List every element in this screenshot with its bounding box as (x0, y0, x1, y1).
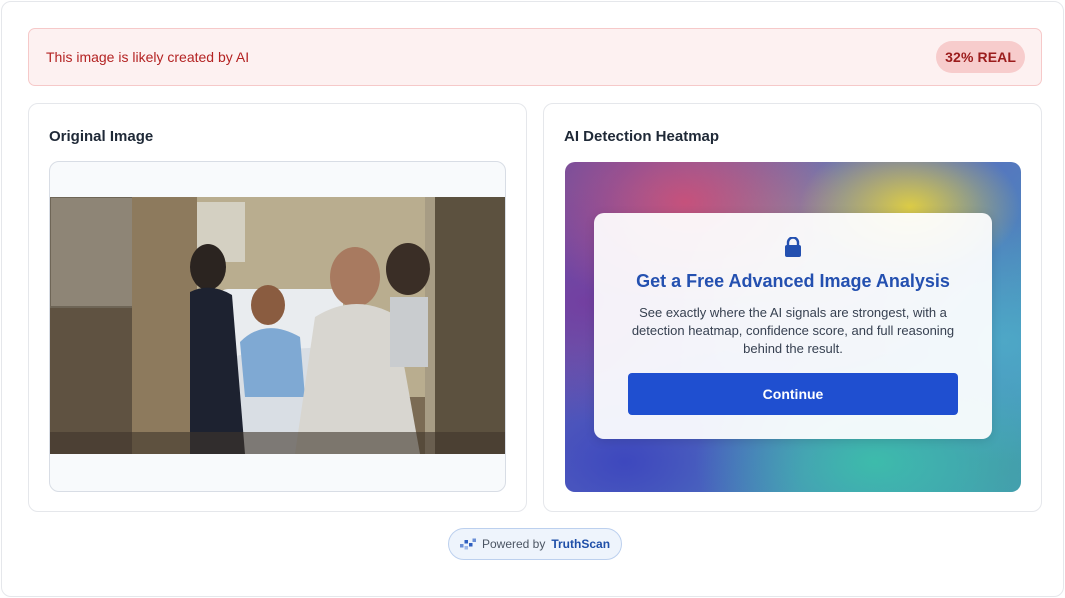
upgrade-description: See exactly where the AI signals are str… (631, 305, 955, 356)
continue-button[interactable]: Continue (628, 373, 958, 415)
upgrade-panel: Get a Free Advanced Image Analysis See e… (594, 213, 992, 439)
heatmap-card: AI Detection Heatmap Get a Free Advanced… (543, 103, 1042, 512)
heatmap-title: AI Detection Heatmap (564, 128, 720, 145)
truthscan-logo-icon (459, 538, 476, 550)
original-photo (50, 197, 505, 454)
lock-icon (785, 237, 801, 257)
real-score-badge: 32% REAL (936, 41, 1025, 73)
heatmap-preview: Get a Free Advanced Image Analysis See e… (565, 162, 1021, 492)
app-frame: This image is likely created by AI 32% R… (1, 1, 1064, 597)
brand-name: TruthScan (551, 537, 611, 551)
original-image-frame (49, 161, 506, 492)
alert-message: This image is likely created by AI (46, 49, 250, 65)
ai-detection-alert: This image is likely created by AI 32% R… (28, 28, 1042, 86)
original-image-title: Original Image (49, 128, 154, 145)
powered-by-label: Powered by (481, 537, 546, 551)
upgrade-title: Get a Free Advanced Image Analysis (636, 271, 950, 291)
powered-by-badge[interactable]: Powered by TruthScan (448, 528, 622, 560)
original-image-card: Original Image (28, 103, 527, 512)
